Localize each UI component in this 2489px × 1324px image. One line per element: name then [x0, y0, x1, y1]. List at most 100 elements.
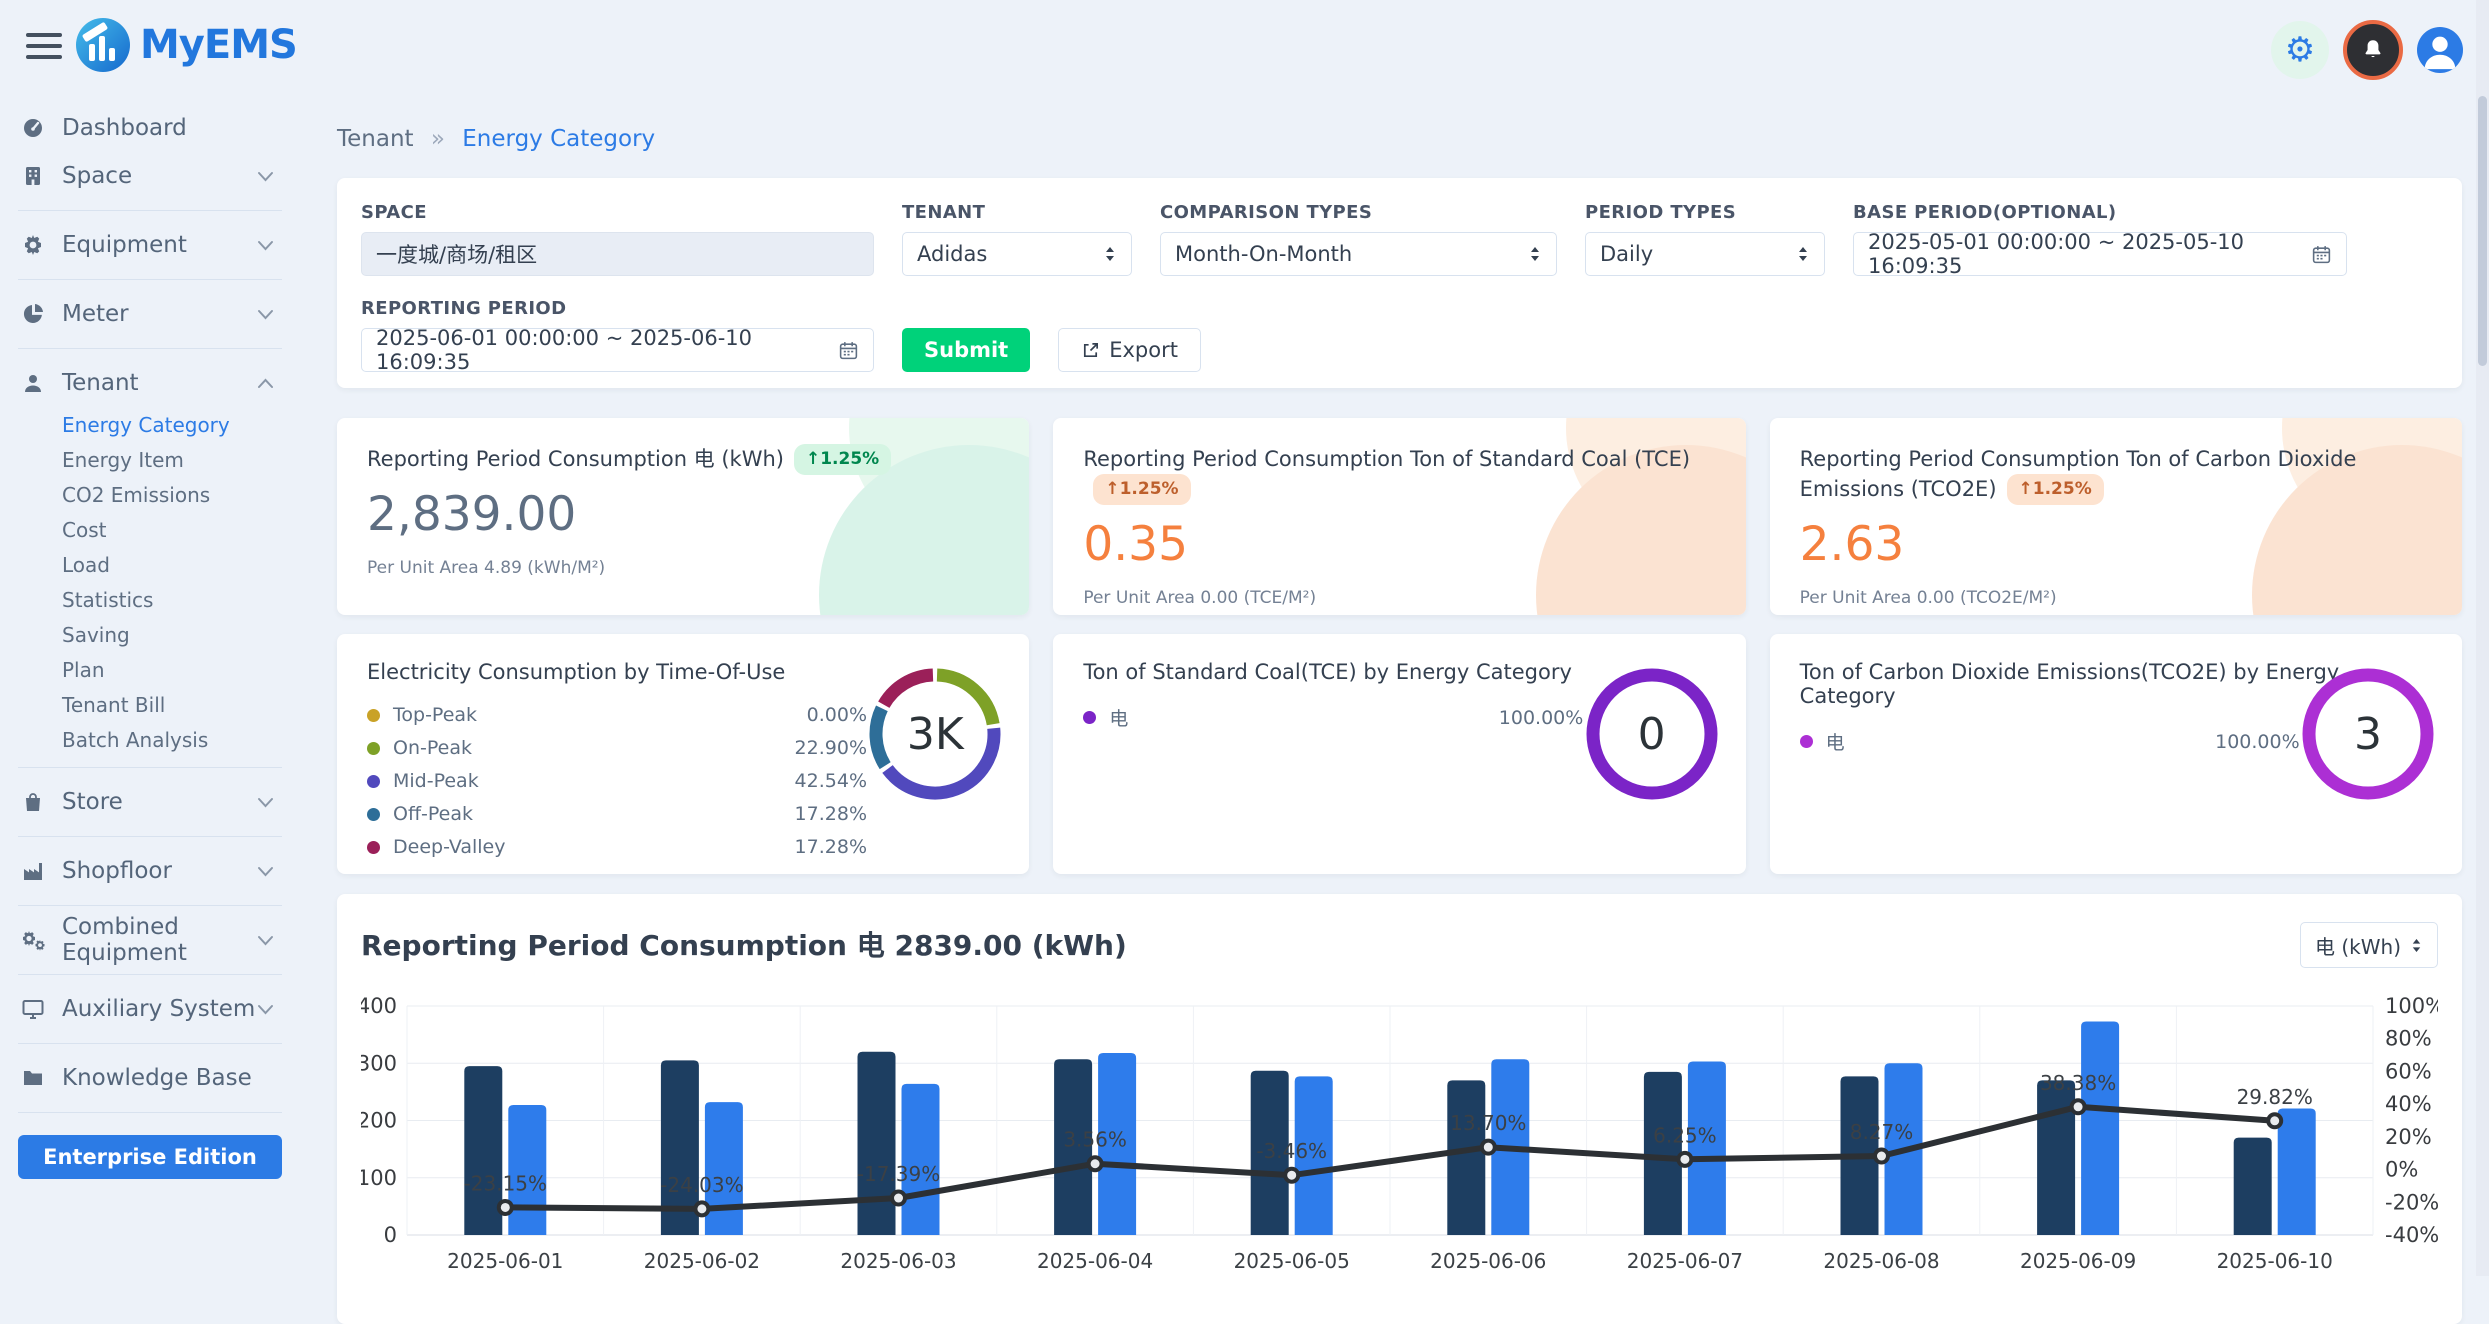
svg-text:40%: 40%	[2385, 1092, 2432, 1116]
svg-text:0: 0	[384, 1223, 397, 1247]
vertical-scrollbar-thumb[interactable]	[2478, 96, 2487, 366]
breadcrumb-parent[interactable]: Tenant	[337, 126, 414, 152]
vertical-scrollbar-track[interactable]	[2476, 0, 2489, 1276]
sidebar-item-saving[interactable]: Saving	[62, 617, 282, 652]
user-avatar-icon[interactable]	[2417, 27, 2463, 73]
dashboard-icon	[18, 116, 48, 140]
sidebar-item-auxiliary-system[interactable]: Auxiliary System	[18, 985, 282, 1033]
sidebar-divider	[18, 1043, 282, 1044]
sidebar-item-tenant[interactable]: Tenant	[18, 359, 282, 407]
topbar-actions: ⚙	[2271, 20, 2463, 80]
sidebar-item-dashboard[interactable]: Dashboard	[18, 104, 282, 152]
sidebar-item-label: Auxiliary System	[62, 996, 255, 1022]
trend-badge: ↑1.25%	[1093, 474, 1190, 505]
legend-item-top-peak[interactable]: Top-Peak0.00%	[367, 704, 867, 726]
breadcrumb-current[interactable]: Energy Category	[462, 126, 655, 152]
svg-text:38.38%: 38.38%	[2040, 1071, 2116, 1095]
svg-text:200: 200	[361, 1109, 397, 1133]
sidebar-item-energy-item[interactable]: Energy Item	[62, 442, 282, 477]
svg-text:-23.15%: -23.15%	[464, 1171, 547, 1195]
base-period-input[interactable]: 2025-05-01 00:00:00 ~ 2025-05-10 16:09:3…	[1853, 232, 2347, 276]
select-caret-icon	[2410, 936, 2423, 955]
sidebar-item-space[interactable]: Space	[18, 152, 282, 200]
legend-item-on-peak[interactable]: On-Peak22.90%	[367, 737, 867, 759]
sidebar-item-statistics[interactable]: Statistics	[62, 582, 282, 617]
svg-text:60%: 60%	[2385, 1059, 2432, 1083]
sidebar-item-tenant-bill[interactable]: Tenant Bill	[62, 687, 282, 722]
legend-item-[interactable]: 电100.00%	[1083, 704, 1583, 731]
stat-card-electricity: Reporting Period Consumption 电 (kWh)↑1.2…	[337, 418, 1029, 615]
sidebar-item-batch-analysis[interactable]: Batch Analysis	[62, 722, 282, 757]
sidebar-divider	[18, 1112, 282, 1113]
svg-text:2025-06-08: 2025-06-08	[1823, 1249, 1939, 1273]
sidebar-item-load[interactable]: Load	[62, 547, 282, 582]
legend-value: 17.28%	[795, 803, 867, 825]
sidebar-item-cost[interactable]: Cost	[62, 512, 282, 547]
donut-chart: 0	[1584, 666, 1720, 802]
enterprise-edition-button[interactable]: Enterprise Edition	[18, 1135, 282, 1179]
folder-icon	[18, 1066, 48, 1090]
legend-dot-icon	[367, 775, 380, 788]
settings-gear-icon[interactable]: ⚙	[2271, 21, 2329, 79]
chevron-down-icon	[257, 797, 274, 808]
legend-dot-icon	[367, 841, 380, 854]
period-types-select[interactable]: Daily	[1585, 232, 1825, 276]
svg-text:2025-06-10: 2025-06-10	[2217, 1249, 2333, 1273]
brand-logo[interactable]: MyEMS	[76, 18, 297, 72]
building-icon	[18, 164, 48, 188]
svg-text:-40%: -40%	[2385, 1223, 2438, 1247]
stat-value: 0.35	[1083, 517, 1715, 572]
legend-item-[interactable]: 电100.00%	[1800, 728, 2300, 755]
sidebar-item-plan[interactable]: Plan	[62, 652, 282, 687]
stat-cards-row: Reporting Period Consumption 电 (kWh)↑1.2…	[337, 418, 2462, 615]
comparison-types-select[interactable]: Month-On-Month	[1160, 232, 1557, 276]
stat-subtext: Per Unit Area 4.89 (kWh/M²)	[367, 558, 999, 578]
sidebar-item-shopfloor[interactable]: Shopfloor	[18, 847, 282, 895]
chart-unit-select[interactable]: 电 (kWh)	[2300, 922, 2438, 968]
legend-item-deep-valley[interactable]: Deep-Valley17.28%	[367, 836, 867, 858]
factory-icon	[18, 859, 48, 883]
sidebar-item-store[interactable]: Store	[18, 778, 282, 826]
legend-label: Mid-Peak	[393, 770, 479, 792]
sidebar-divider	[18, 348, 282, 349]
donut-center-value: 3	[2300, 666, 2436, 802]
legend-value: 100.00%	[2215, 731, 2300, 753]
notifications-bell-icon[interactable]	[2343, 20, 2403, 80]
reporting-period-input[interactable]: 2025-06-01 00:00:00 ~ 2025-06-10 16:09:3…	[361, 328, 874, 372]
sidebar-item-label: Dashboard	[62, 115, 187, 141]
sidebar-item-combined-equipment[interactable]: Combined Equipment	[18, 916, 282, 964]
sidebar-item-energy-category[interactable]: Energy Category	[62, 407, 282, 442]
stat-card-tce: Reporting Period Consumption Ton of Stan…	[1053, 418, 1745, 615]
svg-text:-3.46%: -3.46%	[1256, 1139, 1327, 1163]
legend-value: 17.28%	[795, 836, 867, 858]
donut-center-value: 3K	[867, 666, 1003, 802]
sidebar-item-meter[interactable]: Meter	[18, 290, 282, 338]
space-input[interactable]: 一度城/商场/租区	[361, 232, 874, 276]
svg-text:8.27%: 8.27%	[1850, 1120, 1914, 1144]
reporting-period-label: REPORTING PERIOD	[361, 298, 874, 319]
base-period-label: BASE PERIOD(OPTIONAL)	[1853, 202, 2347, 223]
shopping-bag-icon	[18, 790, 48, 814]
sidebar-item-co2-emissions[interactable]: CO2 Emissions	[62, 477, 282, 512]
stat-title: Reporting Period Consumption Ton of Carb…	[1800, 444, 2432, 505]
period-types-label: PERIOD TYPES	[1585, 202, 1825, 223]
submit-button[interactable]: Submit	[902, 328, 1030, 372]
sidebar-item-equipment[interactable]: Equipment	[18, 221, 282, 269]
sidebar-divider	[18, 210, 282, 211]
svg-text:-24.03%: -24.03%	[660, 1173, 743, 1197]
export-button[interactable]: Export	[1058, 328, 1201, 372]
legend-label: Off-Peak	[393, 803, 473, 825]
svg-text:2025-06-01: 2025-06-01	[447, 1249, 563, 1273]
legend-label: On-Peak	[393, 737, 472, 759]
hamburger-menu-icon[interactable]	[26, 33, 62, 59]
filter-panel: SPACE 一度城/商场/租区 TENANT Adidas COMPARISON…	[337, 178, 2462, 388]
svg-text:400: 400	[361, 994, 397, 1018]
sidebar-item-knowledge-base[interactable]: Knowledge Base	[18, 1054, 282, 1102]
chevron-down-icon	[257, 1004, 274, 1015]
legend-item-off-peak[interactable]: Off-Peak 17.28%	[367, 803, 867, 825]
legend-item-mid-peak[interactable]: Mid-Peak42.54%	[367, 770, 867, 792]
donut-cards-row: Electricity Consumption by Time-Of-Use T…	[337, 634, 2462, 874]
chevron-down-icon	[257, 935, 274, 946]
tenant-select[interactable]: Adidas	[902, 232, 1132, 276]
trend-badge: ↑1.25%	[794, 444, 891, 475]
